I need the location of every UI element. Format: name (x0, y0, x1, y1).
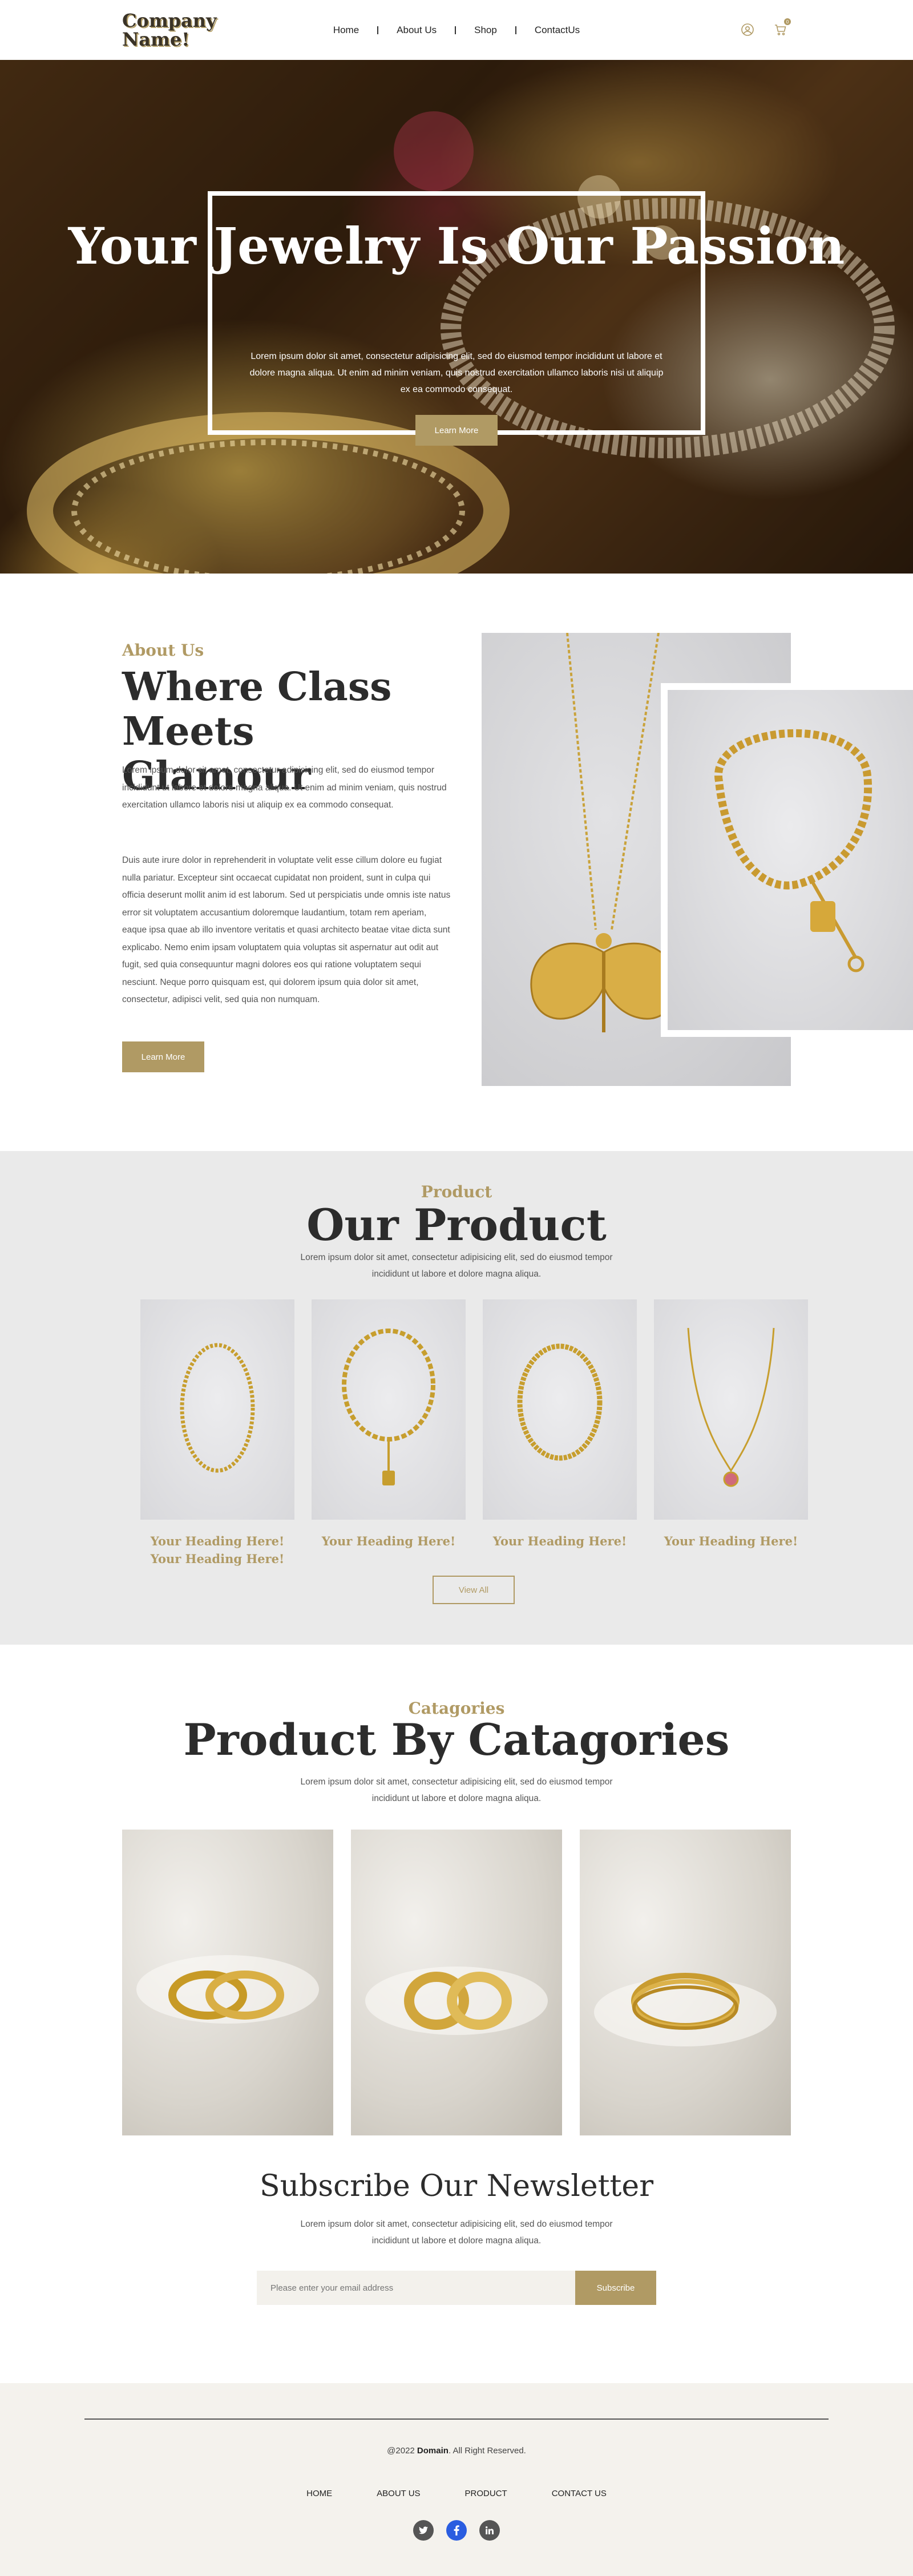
about-eyebrow: About Us (122, 641, 204, 660)
categories-description: Lorem ipsum dolor sit amet, consectetur … (300, 1777, 613, 1803)
footer-nav-contact-us[interactable]: CONTACT US (552, 2489, 607, 2498)
products-description: Lorem ipsum dolor sit amet, consectetur … (300, 1253, 613, 1279)
footer-divider (84, 2418, 829, 2420)
email-input[interactable] (257, 2271, 575, 2305)
nav-home[interactable]: Home (315, 25, 377, 36)
footer-nav-home[interactable]: HOME (306, 2489, 332, 2498)
category-card-knot-ring[interactable] (122, 1830, 333, 2135)
copyright-prefix: @2022 (387, 2446, 417, 2456)
about-learn-more-button[interactable]: Learn More (122, 1041, 204, 1072)
hero-section: Your Jewelry Is Our Passion Lorem ipsum … (0, 60, 913, 574)
cart-count-badge: 0 (784, 18, 791, 25)
newsletter-form: Subscribe (257, 2271, 656, 2305)
product-title[interactable]: Your Heading Here! (654, 1532, 808, 1550)
cart-icon[interactable]: 0 (773, 18, 791, 38)
about-section: About Us Where Class Meets Glamour Lorem… (0, 574, 913, 1151)
twitter-icon[interactable] (413, 2520, 434, 2541)
footer-nav-product[interactable]: PRODUCT (465, 2489, 507, 2498)
category-card-chain-ring[interactable] (351, 1830, 562, 2135)
site-footer: @2022 Domain. All Right Reserved. HOME A… (0, 2383, 913, 2576)
product-card-image[interactable] (140, 1299, 294, 1520)
products-section: Product Our Product Lorem ipsum dolor si… (0, 1151, 913, 1645)
view-all-button[interactable]: View All (433, 1576, 515, 1604)
footer-nav-about-us[interactable]: ABOUT US (377, 2489, 420, 2498)
categories-section: Catagories Product By Catagories Lorem i… (0, 1645, 913, 2169)
product-title[interactable]: Your Heading Here! (312, 1532, 466, 1550)
lock-bracelet-image-frame (661, 683, 913, 1037)
products-eyebrow: Product (421, 1182, 492, 1201)
linkedin-icon[interactable] (479, 2520, 500, 2541)
products-title: Our Product (306, 1200, 607, 1250)
categories-title: Product By Catagories (183, 1714, 730, 1765)
header-actions: 0 (740, 18, 791, 38)
nav-contact-us[interactable]: ContactUs (516, 25, 598, 36)
copyright-text: @2022 Domain. All Right Reserved. (0, 2446, 913, 2456)
hero-learn-more-button[interactable]: Learn More (415, 415, 498, 446)
subscribe-button[interactable]: Subscribe (575, 2271, 656, 2305)
product-title[interactable]: Your Heading Here! Your Heading Here! (140, 1532, 294, 1568)
category-card-crossover-ring[interactable] (580, 1830, 791, 2135)
newsletter-title: Subscribe Our Newsletter (259, 2169, 654, 2203)
footer-nav: HOME ABOUT US PRODUCT CONTACT US (0, 2489, 913, 2498)
site-header: Company Name! Home About Us Shop Contact… (0, 0, 913, 60)
nav-shop[interactable]: Shop (456, 25, 515, 36)
facebook-icon[interactable] (446, 2520, 467, 2541)
social-links (0, 2520, 913, 2541)
newsletter-description: Lorem ipsum dolor sit amet, consectetur … (300, 2219, 613, 2246)
about-paragraph-1: Lorem ipsum dolor sit amet, consectetur … (122, 765, 447, 810)
nav-about-us[interactable]: About Us (378, 25, 455, 36)
user-icon[interactable] (740, 22, 756, 38)
hero-title: Your Jewelry Is Our Passion (68, 216, 845, 276)
copyright-suffix: . All Right Reserved. (448, 2446, 526, 2456)
product-title[interactable]: Your Heading Here! (483, 1532, 637, 1550)
product-card-image[interactable] (483, 1299, 637, 1520)
lock-bracelet-image (668, 690, 913, 1030)
about-paragraph-2: Duis aute irure dolor in reprehenderit i… (122, 855, 451, 1004)
product-card-image[interactable] (654, 1299, 808, 1520)
copyright-domain[interactable]: Domain (417, 2446, 449, 2456)
product-card-image[interactable] (312, 1299, 466, 1520)
hero-description: Lorem ipsum dolor sit amet, consectetur … (249, 352, 664, 394)
newsletter-section: Subscribe Our Newsletter Lorem ipsum dol… (0, 2169, 913, 2383)
